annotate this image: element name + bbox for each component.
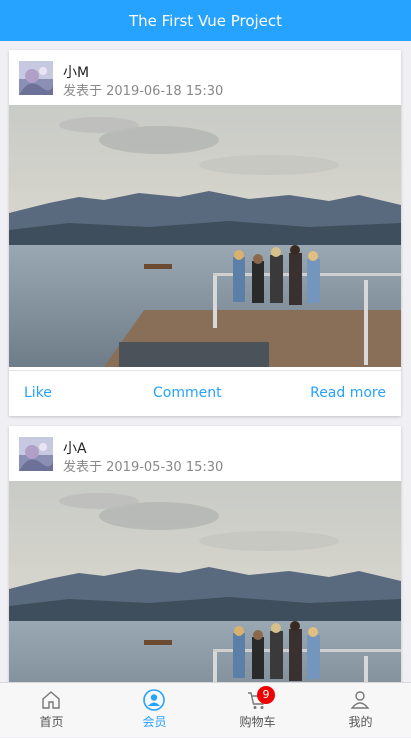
avatar[interactable] (19, 437, 53, 471)
post-photo (9, 105, 401, 367)
home-icon (42, 691, 60, 709)
post-card: 小M 发表于 2019-06-18 15:30 Like Comment Rea… (9, 50, 401, 416)
app-header: The First Vue Project (0, 0, 411, 41)
post-actions: Like Comment Read more (9, 370, 401, 416)
tab-bar: 首页 会员 购物车 我的 9 (0, 682, 411, 737)
tab-label: 我的 (348, 715, 373, 729)
read-more-button[interactable]: Read more (310, 385, 386, 401)
post-author: 小M (63, 65, 90, 81)
person-icon (350, 691, 370, 709)
avatar[interactable] (19, 61, 53, 95)
tab-label: 会员 (142, 715, 167, 729)
tab-label: 购物车 (239, 715, 276, 729)
tab-member[interactable]: 会员 (103, 683, 206, 738)
comment-button[interactable]: Comment (153, 385, 222, 401)
post-feed[interactable]: 小M 发表于 2019-06-18 15:30 Like Comment Rea… (0, 41, 411, 682)
like-button[interactable]: Like (24, 385, 52, 401)
post-card: 小A 发表于 2019-05-30 15:30 (9, 426, 401, 682)
member-icon (143, 689, 165, 711)
post-time: 发表于 2019-05-30 15:30 (63, 460, 224, 475)
post-photo (9, 481, 401, 682)
page-title: The First Vue Project (128, 11, 283, 30)
post-author: 小A (63, 441, 87, 457)
tab-profile[interactable]: 我的 (309, 683, 411, 738)
post-header: 小A 发表于 2019-05-30 15:30 (9, 426, 401, 480)
cart-badge: 9 (257, 686, 275, 704)
tab-home[interactable]: 首页 (0, 683, 103, 738)
post-time: 发表于 2019-06-18 15:30 (63, 84, 224, 99)
tab-label: 首页 (39, 715, 64, 729)
post-header: 小M 发表于 2019-06-18 15:30 (9, 50, 401, 104)
